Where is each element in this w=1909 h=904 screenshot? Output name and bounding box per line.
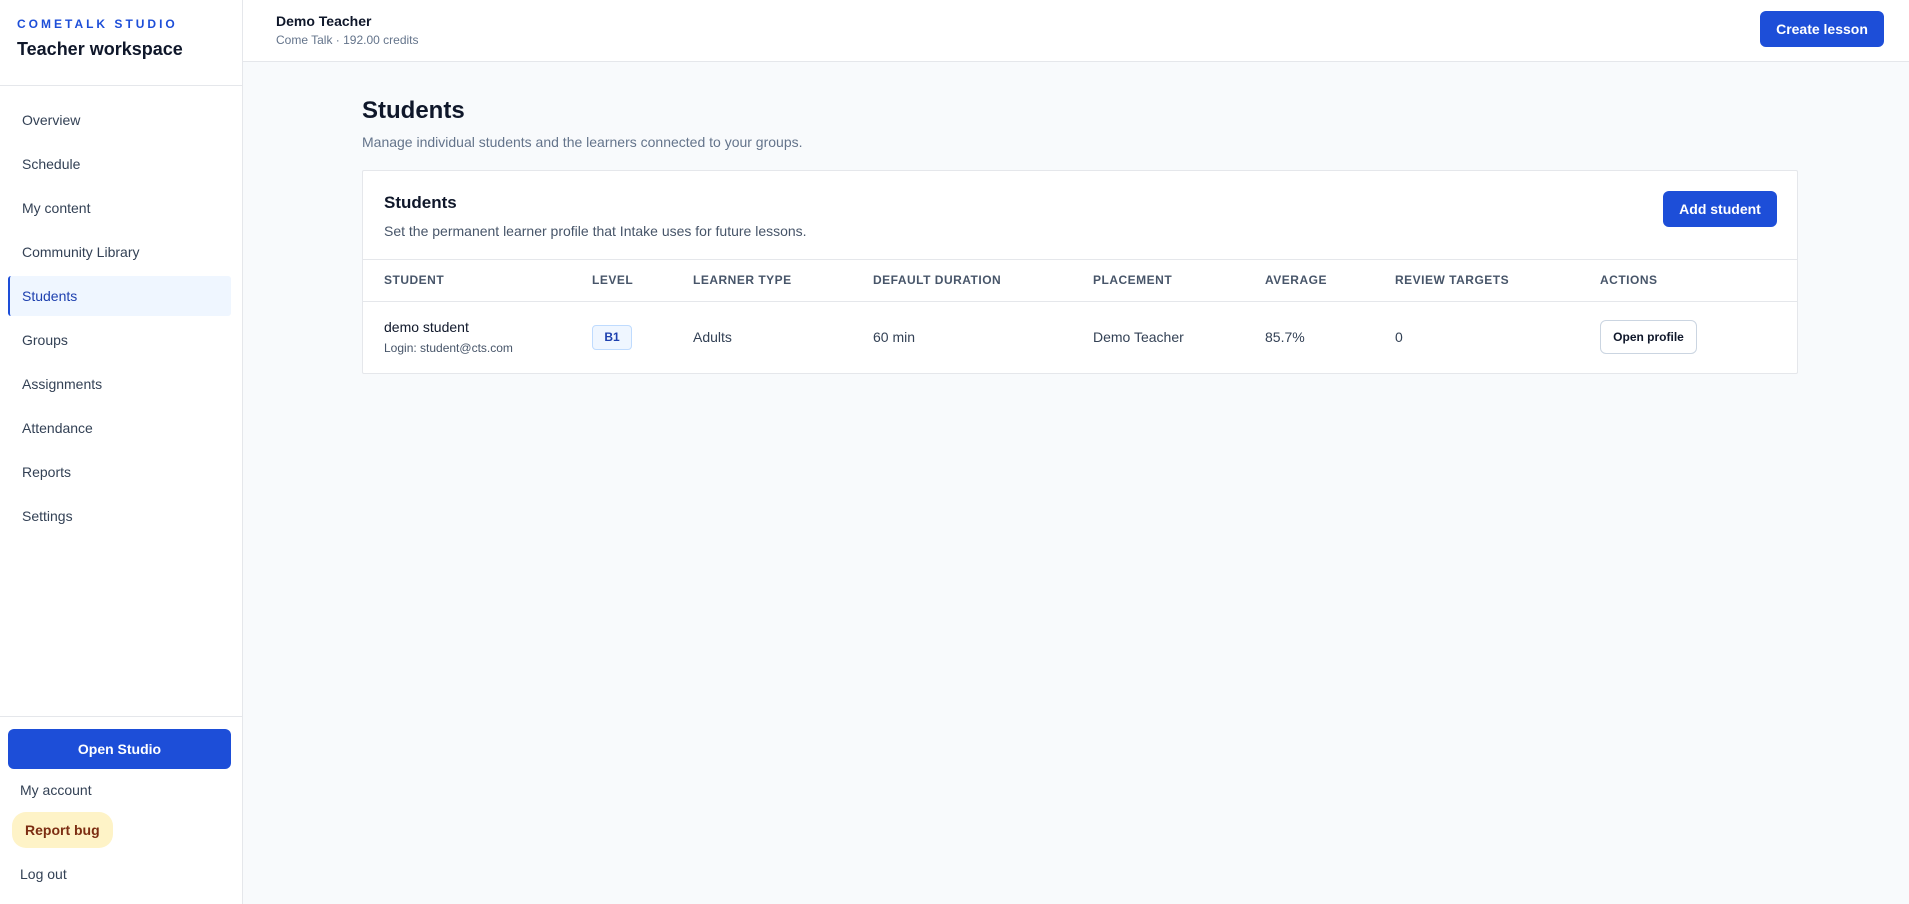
credits-info: Come Talk · 192.00 credits [276, 33, 419, 47]
sidebar-item-my-content[interactable]: My content [8, 188, 231, 228]
column-header-review-targets: REVIEW TARGETS [1395, 260, 1600, 302]
sidebar-item-settings[interactable]: Settings [8, 496, 231, 536]
column-header-learner-type: LEARNER TYPE [693, 260, 873, 302]
open-profile-button[interactable]: Open profile [1600, 320, 1697, 355]
column-header-average: AVERAGE [1265, 260, 1395, 302]
topbar-user: Demo Teacher Come Talk · 192.00 credits [276, 13, 419, 47]
student-login: Login: student@cts.com [384, 341, 513, 356]
students-card: Students Set the permanent learner profi… [362, 170, 1798, 374]
sidebar-item-schedule[interactable]: Schedule [8, 144, 231, 184]
sidebar-item-assignments[interactable]: Assignments [8, 364, 231, 404]
sidebar-item-overview[interactable]: Overview [8, 100, 231, 140]
add-student-button[interactable]: Add student [1663, 191, 1777, 227]
page-title: Students [362, 97, 465, 124]
page-subtitle: Manage individual students and the learn… [362, 134, 803, 150]
my-account-link[interactable]: My account [8, 782, 234, 798]
card-title: Students [384, 193, 457, 212]
learner-type-cell: Adults [693, 329, 732, 346]
log-out-link[interactable]: Log out [8, 866, 234, 882]
teacher-name: Demo Teacher [276, 13, 372, 29]
column-header-placement: PLACEMENT [1093, 260, 1265, 302]
topbar: Demo Teacher Come Talk · 192.00 credits … [243, 0, 1909, 62]
brand: COMETALK STUDIO Teacher workspace [0, 0, 242, 86]
open-studio-button[interactable]: Open Studio [8, 729, 231, 769]
student-cell: demo student Login: student@cts.com [363, 301, 592, 373]
main-content: Students Manage individual students and … [362, 62, 1798, 374]
students-card-header: Students Set the permanent learner profi… [363, 171, 1797, 260]
table-header-row: STUDENT LEVEL LEARNER TYPE DEFAULT DURAT… [363, 260, 1797, 302]
brand-title: Teacher workspace [17, 39, 183, 59]
average-cell: 85.7% [1265, 329, 1305, 346]
sidebar-nav: Overview Schedule My content Community L… [8, 100, 231, 540]
sidebar-item-community-library[interactable]: Community Library [8, 232, 231, 272]
column-header-level: LEVEL [592, 260, 693, 302]
sidebar-item-groups[interactable]: Groups [8, 320, 231, 360]
default-duration-cell: 60 min [873, 329, 916, 346]
create-lesson-button[interactable]: Create lesson [1760, 11, 1884, 47]
actions-cell: Open profile [1600, 301, 1797, 373]
report-bug-button[interactable]: Report bug [12, 812, 113, 848]
column-header-actions: ACTIONS [1600, 260, 1797, 302]
column-header-student: STUDENT [363, 260, 592, 302]
students-table: STUDENT LEVEL LEARNER TYPE DEFAULT DURAT… [363, 260, 1797, 373]
sidebar-footer: Open Studio My account Report bug Log ou… [0, 716, 242, 882]
sidebar-item-attendance[interactable]: Attendance [8, 408, 231, 448]
placement-cell: Demo Teacher [1093, 329, 1184, 346]
sidebar-item-reports[interactable]: Reports [8, 452, 231, 492]
column-header-default-duration: DEFAULT DURATION [873, 260, 1093, 302]
review-targets-cell: 0 [1395, 329, 1403, 346]
sidebar-item-students[interactable]: Students [8, 276, 231, 316]
level-badge: B1 [592, 324, 632, 350]
student-name: demo student [384, 319, 469, 336]
brand-kicker: COMETALK STUDIO [17, 17, 178, 31]
level-cell: B1 [592, 301, 693, 373]
sidebar: COMETALK STUDIO Teacher workspace Overvi… [0, 0, 243, 904]
table-row: demo student Login: student@cts.com B1 A… [363, 301, 1797, 373]
card-description: Set the permanent learner profile that I… [384, 223, 807, 239]
